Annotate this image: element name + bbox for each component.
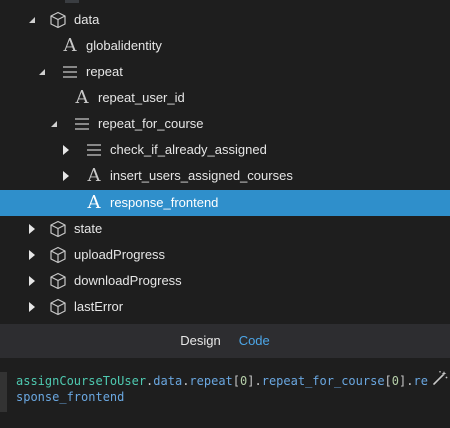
code-token: repeat	[189, 374, 233, 388]
tree-item-label: repeat_for_course	[98, 116, 204, 131]
tab-design[interactable]: Design	[180, 333, 220, 349]
caret-expanded-icon[interactable]	[37, 67, 47, 77]
cube-icon	[48, 219, 68, 239]
cube-icon	[48, 10, 68, 30]
tree-item-download-progress[interactable]: downloadProgress	[0, 268, 450, 294]
list-icon	[60, 62, 80, 82]
tree-item-label: uploadProgress	[74, 247, 166, 262]
editor-gutter	[0, 372, 7, 412]
text-icon: A	[87, 165, 101, 186]
cube-icon	[48, 271, 68, 291]
code-token: 0	[391, 374, 400, 388]
tree-item-repeat-for-course[interactable]: repeat_for_course	[0, 111, 450, 137]
data-tree-panel: data A globalidentity repeat A repeat_us…	[0, 0, 450, 324]
scroll-edge-marker	[65, 0, 79, 3]
tree-item-last-error[interactable]: lastError	[0, 294, 450, 320]
code-token: .	[254, 374, 262, 388]
tree-item-response-frontend[interactable]: A response_frontend	[0, 190, 450, 216]
tree-item-label: downloadProgress	[74, 273, 182, 288]
caret-collapsed-icon[interactable]	[61, 171, 71, 181]
caret-collapsed-icon[interactable]	[27, 224, 37, 234]
tree-item-repeat[interactable]: repeat	[0, 59, 450, 85]
code-token: data	[153, 374, 183, 388]
tree-item-label: response_frontend	[110, 195, 219, 210]
tree-item-globalidentity[interactable]: A globalidentity	[0, 33, 450, 59]
tree-item-state[interactable]: state	[0, 216, 450, 242]
list-icon	[72, 114, 92, 134]
text-icon: A	[87, 192, 101, 213]
caret-expanded-icon[interactable]	[27, 15, 37, 25]
caret-collapsed-icon[interactable]	[27, 276, 37, 286]
cube-icon	[48, 245, 68, 265]
tree-item-label: state	[74, 221, 103, 236]
tree-item-data[interactable]: data	[0, 7, 450, 33]
tree-item-upload-progress[interactable]: uploadProgress	[0, 242, 450, 268]
list-icon	[84, 140, 104, 160]
tree-item-label: lastError	[74, 299, 124, 314]
tab-code[interactable]: Code	[239, 333, 270, 349]
expression-editor[interactable]: assignCourseToUser.data.repeat[0].repeat…	[0, 358, 450, 428]
expression-code[interactable]: assignCourseToUser.data.repeat[0].repeat…	[16, 373, 431, 405]
text-icon: A	[63, 35, 77, 56]
code-token: repeat_for_course	[261, 374, 385, 388]
tree-item-label: check_if_already_assigned	[110, 142, 267, 157]
cube-icon	[48, 297, 68, 317]
tree-item-label: insert_users_assigned_courses	[110, 168, 293, 183]
tree-item-label: data	[74, 12, 100, 27]
tree-item-repeat-user-id[interactable]: A repeat_user_id	[0, 85, 450, 111]
code-token: [	[384, 374, 392, 388]
magic-wand-icon[interactable]	[432, 370, 448, 386]
tree-item-check-if-already-assigned[interactable]: check_if_already_assigned	[0, 137, 450, 163]
tree-item-label: globalidentity	[86, 38, 162, 53]
view-tab-bar: Design Code	[0, 324, 450, 358]
caret-collapsed-icon[interactable]	[27, 250, 37, 260]
caret-collapsed-icon[interactable]	[27, 302, 37, 312]
caret-collapsed-icon[interactable]	[61, 145, 71, 155]
code-token: [	[232, 374, 241, 388]
tree-item-insert-users-assigned-courses[interactable]: A insert_users_assigned_courses	[0, 163, 450, 189]
code-token: assignCourseToUser	[16, 374, 147, 388]
tree-item-label: repeat_user_id	[98, 90, 185, 105]
tree-item-label: repeat	[86, 64, 123, 79]
text-icon: A	[75, 87, 89, 108]
caret-expanded-icon[interactable]	[49, 119, 59, 129]
